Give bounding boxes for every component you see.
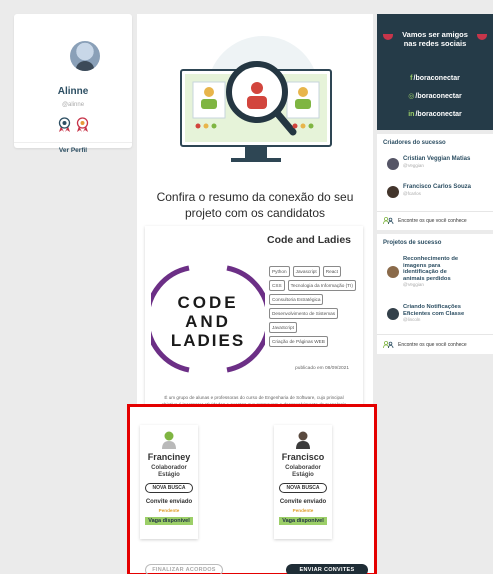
medal-icon [58, 117, 70, 132]
badges [14, 117, 132, 132]
profile-card: Alinne @alinne Ver Perfil [14, 14, 132, 154]
role-line: Colaborador [151, 465, 187, 471]
new-search-button[interactable]: NOVA BUSCA [145, 483, 193, 493]
people-icon [383, 217, 394, 224]
send-invites-button[interactable]: ENVIAR CONVITES [286, 564, 368, 574]
project-thumbnail [387, 307, 399, 320]
skill-tag: Tecnologia da Informação (TI) [287, 280, 356, 291]
candidate-name: Franciney [147, 452, 191, 462]
social-panel: Vamos ser amigos nas redes sociais f/bor… [377, 14, 493, 130]
finalize-agreements-button[interactable]: FINALIZAR ACORDOS [145, 564, 223, 574]
project-name-line: Reconhecimento de [403, 256, 459, 262]
award-icon [76, 117, 88, 132]
skill-tag: CSS [269, 280, 285, 291]
project-thumbnail [387, 266, 399, 279]
instagram-icon: ◎ [408, 93, 415, 100]
project-title[interactable]: Code and Ladies [267, 234, 351, 246]
facebook-link[interactable]: f/boraconectar [377, 70, 493, 88]
social-title-line: Vamos ser amigos [402, 30, 468, 39]
headline-line: projeto com os candidatos [184, 206, 326, 220]
logo-line: LADIES [171, 331, 245, 350]
projects-title: Projetos de sucesso [383, 240, 442, 246]
link-label: /boraconectar [415, 111, 462, 118]
candidate-card[interactable]: Franciney Colaborador Estágio NOVA BUSCA… [140, 425, 198, 539]
logo-line: CODE [177, 293, 238, 312]
project-name-line: identificação de [403, 269, 447, 276]
skill-tag: Desenvolvimento de Sistemas [269, 308, 339, 319]
linkedin-icon: in [408, 111, 415, 118]
divider [14, 142, 132, 143]
person-avatar-icon [162, 431, 176, 449]
link-label: /boraconectar [415, 93, 462, 100]
project-name-line: Eficientes com Classe [403, 310, 465, 317]
creator-item[interactable]: Francisco Carlos Souza @fcarlos [387, 184, 491, 198]
project-item[interactable]: Reconhecimento de imagens para identific… [387, 256, 491, 288]
pending-label: Pendente [292, 508, 314, 513]
logo-line: AND [185, 312, 231, 331]
vacancy-badge: Vaga disponível [145, 517, 193, 525]
project-name-line: animais perdidos [403, 275, 451, 282]
linkedin-link[interactable]: in/boraconectar [377, 106, 493, 124]
invite-status: Convite enviado [145, 499, 193, 505]
headline-line: Confira o resumo da conexão do seu [156, 190, 354, 204]
creator-name: Cristian Veggian Matias [403, 156, 471, 162]
creator-username: @Veggian [403, 163, 424, 168]
find-people-label: Encontre os que você conhece [398, 217, 467, 224]
find-people-link[interactable]: Encontre os que você conhece [383, 341, 467, 348]
project-card: Code and Ladies CODE AND LADIES Python Ja… [145, 226, 363, 418]
creators-panel: Criadores do sucesso Cristian Veggian Ma… [377, 134, 493, 230]
skill-tag: Consultoria Estratégica [269, 294, 324, 305]
divider [377, 211, 493, 212]
avatar [387, 158, 399, 170]
social-title: Vamos ser amigos nas redes sociais [377, 30, 493, 48]
skill-tag: Python [269, 266, 290, 277]
skill-tag: Javascript [292, 266, 320, 277]
tag-list: Python Javascript React CSS Tecnologia da In… [269, 266, 357, 347]
creator-username: @fcarlos [403, 191, 421, 196]
facebook-icon: f [410, 75, 413, 82]
new-search-button[interactable]: NOVA BUSCA [279, 483, 327, 493]
role-line: Estágio [292, 472, 314, 478]
candidate-card[interactable]: Francisco Colaborador Estágio NOVA BUSCA… [274, 425, 332, 539]
social-title-line: nas redes sociais [403, 39, 467, 48]
role-line: Colaborador [285, 465, 321, 471]
profile-name: Alinne [57, 86, 89, 97]
project-author: @lincoln [403, 317, 421, 323]
creators-title: Criadores do sucesso [383, 140, 446, 146]
skill-tag: Criação de Páginas WEB [269, 336, 328, 347]
avatar[interactable] [70, 41, 100, 71]
candidate-name: Francisco [281, 452, 325, 462]
divider [377, 334, 493, 335]
creator-item[interactable]: Cristian Veggian Matias @Veggian [387, 156, 491, 170]
social-links: f/boraconectar ◎/boraconectar in/boracon… [377, 70, 493, 124]
person-avatar-icon [296, 431, 310, 449]
projects-panel: Projetos de sucesso Reconhecimento de im… [377, 234, 493, 354]
instagram-link[interactable]: ◎/boraconectar [377, 88, 493, 106]
avatar [387, 186, 399, 198]
people-icon [383, 341, 394, 348]
candidate-role: Colaborador Estágio [274, 465, 332, 479]
profile-username: @alinne [61, 102, 85, 108]
candidates-section: Franciney Colaborador Estágio NOVA BUSCA… [127, 404, 377, 574]
role-line: Estágio [158, 472, 180, 478]
project-item[interactable]: Criando Notificações Eficientes com Clas… [387, 304, 491, 323]
find-people-label: Encontre os que você conhece [398, 341, 467, 348]
project-logo: CODE AND LADIES [151, 265, 265, 373]
page-headline: Confira o resumo da conexão do seu proje… [137, 189, 373, 221]
pending-label: Pendente [158, 508, 180, 513]
publish-date: publicado em 08/09/2021 [295, 366, 349, 371]
project-name-line: imagens para [403, 262, 441, 269]
view-profile-link[interactable]: Ver Perfil [14, 147, 132, 154]
find-people-link[interactable]: Encontre os que você conhece [383, 217, 467, 224]
skill-tag: React [322, 266, 341, 277]
link-label: /boraconectar [413, 75, 460, 82]
candidate-role: Colaborador Estágio [140, 465, 198, 479]
invite-status: Convite enviado [279, 499, 327, 505]
skill-tag: JavaScript [269, 322, 297, 333]
creator-name: Francisco Carlos Souza [403, 184, 472, 190]
vacancy-badge: Vaga disponível [279, 517, 327, 525]
project-name-line: Criando Notificações [403, 304, 461, 310]
project-author: @Veggian [403, 282, 424, 288]
connection-illustration [180, 36, 332, 162]
